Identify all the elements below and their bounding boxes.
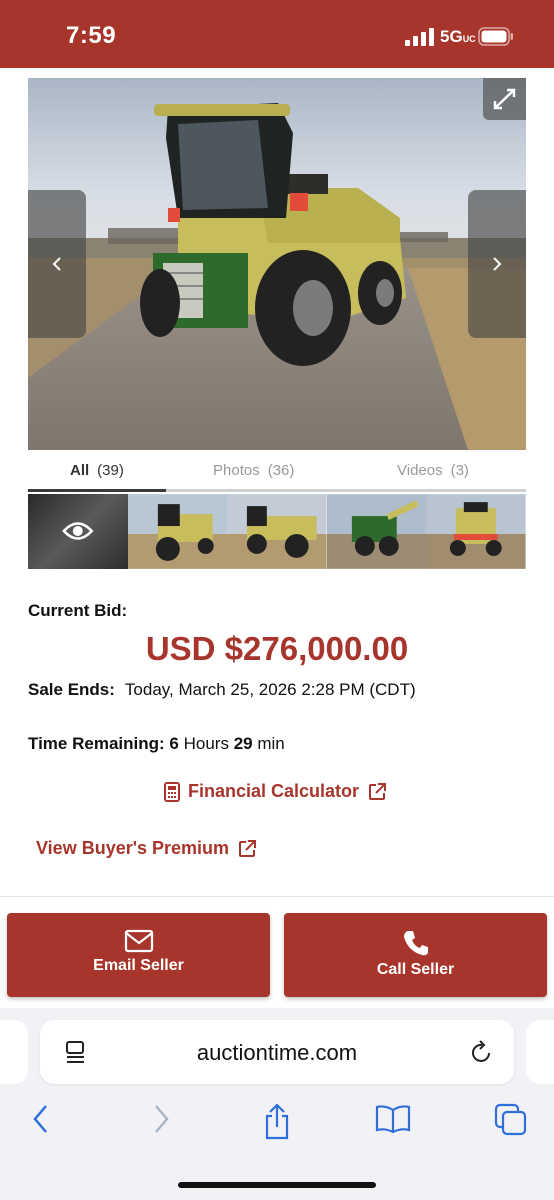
previous-tab-peek[interactable] — [0, 1020, 28, 1084]
email-seller-button[interactable]: Email Seller — [7, 913, 270, 997]
previous-image-button[interactable] — [28, 190, 86, 338]
contact-action-bar: Email Seller Call Seller — [0, 896, 554, 1008]
bid-amount: USD $276,000.00 — [145, 630, 409, 667]
chevron-right-icon — [493, 257, 502, 271]
external-link-icon — [369, 782, 387, 800]
minutes-value: 29 — [233, 734, 253, 753]
eye-icon — [62, 522, 94, 540]
minutes-unit: min — [257, 734, 285, 753]
sale-ends: Sale Ends: Today, March 25, 2026 2:28 PM … — [28, 680, 416, 700]
tab-active-indicator — [28, 489, 166, 492]
next-tab-peek[interactable] — [526, 1020, 554, 1084]
harvester-thumbnail-2 — [227, 494, 327, 569]
call-seller-button[interactable]: Call Seller — [284, 913, 547, 997]
thumbnail-side[interactable] — [227, 494, 327, 569]
fullscreen-button[interactable] — [483, 78, 526, 120]
network-indicator: 5GUC — [440, 27, 476, 46]
tab-all[interactable]: All (39) — [70, 462, 124, 479]
chevron-left-icon — [52, 257, 61, 271]
expand-icon — [493, 88, 516, 110]
sale-ends-value: Today, March 25, 2026 2:28 PM (CDT) — [124, 680, 416, 699]
tab-videos[interactable]: Videos (3) — [397, 462, 469, 479]
media-tabs: All (39) Photos (36) Videos (3) — [28, 456, 526, 488]
thumbnail-strip — [28, 494, 526, 569]
video-thumbnail[interactable] — [28, 494, 128, 569]
bookmarks-icon[interactable] — [375, 1103, 411, 1135]
forward-icon[interactable] — [150, 1103, 172, 1135]
harvester-thumbnail-3 — [326, 494, 427, 569]
reload-icon[interactable] — [470, 1040, 494, 1066]
time-remaining: Time Remaining: 6 Hours 29 min — [28, 734, 285, 754]
envelope-icon — [124, 929, 153, 953]
harvester-thumbnail-1 — [127, 494, 228, 569]
current-bid-label: Current Bid: — [28, 601, 128, 620]
buyers-premium-link[interactable]: View Buyer's Premium — [36, 838, 257, 859]
home-indicator — [178, 1182, 376, 1188]
hours-unit: Hours — [183, 734, 229, 753]
calculator-icon — [164, 781, 180, 802]
signal-icon — [405, 28, 434, 46]
thumbnail-rear[interactable] — [426, 494, 526, 569]
sale-ends-label: Sale Ends: — [28, 680, 115, 699]
image-gallery[interactable] — [28, 78, 526, 450]
next-image-button[interactable] — [468, 190, 526, 338]
phone-icon — [403, 931, 428, 956]
browser-toolbar: auctiontime.com — [0, 1008, 554, 1200]
financial-calculator-link[interactable]: Financial Calculator — [164, 781, 387, 802]
status-time: 7:59 — [66, 22, 117, 49]
harvester-photo — [28, 78, 526, 450]
share-icon[interactable] — [262, 1103, 292, 1141]
url-text: auctiontime.com — [196, 1040, 358, 1065]
thumbnail-spout[interactable] — [326, 494, 427, 569]
tabs-icon[interactable] — [494, 1103, 528, 1137]
address-bar[interactable]: auctiontime.com — [40, 1020, 514, 1084]
tab-photos[interactable]: Photos (36) — [213, 462, 294, 479]
thumbnail-front[interactable] — [127, 494, 228, 569]
battery-icon — [478, 27, 513, 46]
hours-value: 6 — [169, 734, 179, 753]
status-bar: 7:59 5GUC — [0, 0, 554, 68]
time-remaining-label: Time Remaining: — [28, 734, 165, 753]
external-link-icon — [239, 839, 257, 857]
back-icon[interactable] — [30, 1103, 52, 1135]
harvester-thumbnail-4 — [426, 494, 526, 569]
